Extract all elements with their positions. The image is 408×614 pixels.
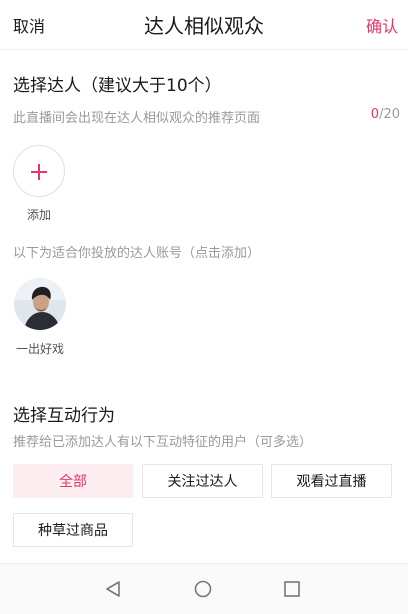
person-portrait-icon	[14, 278, 66, 330]
suggested-account-avatar[interactable]	[14, 278, 66, 330]
select-influencer-title: 选择达人（建议大于10个）	[13, 76, 222, 96]
add-influencer-label: 添加	[26, 208, 51, 222]
confirm-button[interactable]: 确认	[366, 13, 398, 37]
square-recents-icon[interactable]	[283, 580, 301, 598]
interaction-option-saved-product[interactable]: 种草过商品	[13, 513, 133, 547]
interaction-option-followed[interactable]: 关注过达人	[142, 464, 263, 498]
selection-counter: 0/20	[371, 107, 400, 122]
plus-icon-vertical-stroke	[38, 164, 40, 180]
add-influencer-button[interactable]	[13, 145, 65, 197]
suggested-account-name: 一出好戏	[15, 342, 64, 356]
interaction-option-all[interactable]: 全部	[13, 464, 133, 498]
system-nav-bar	[0, 563, 408, 614]
suggested-accounts-hint: 以下为适合你投放的达人账号（点击添加）	[13, 246, 261, 261]
interaction-hint: 推荐给已添加达人有以下互动特征的用户（可多选）	[13, 435, 313, 450]
circle-home-icon[interactable]	[194, 580, 212, 598]
selection-count-total: /20	[379, 107, 400, 122]
interaction-title: 选择互动行为	[13, 406, 115, 426]
selection-count-current: 0	[370, 107, 380, 122]
top-bar: 取消 达人相似观众 确认	[0, 0, 408, 50]
select-influencer-hint: 此直播间会出现在达人相似观众的推荐页面	[13, 111, 261, 126]
page-title: 达人相似观众	[144, 14, 264, 38]
interaction-option-watched-live[interactable]: 观看过直播	[271, 464, 392, 498]
triangle-back-icon[interactable]	[104, 580, 122, 598]
